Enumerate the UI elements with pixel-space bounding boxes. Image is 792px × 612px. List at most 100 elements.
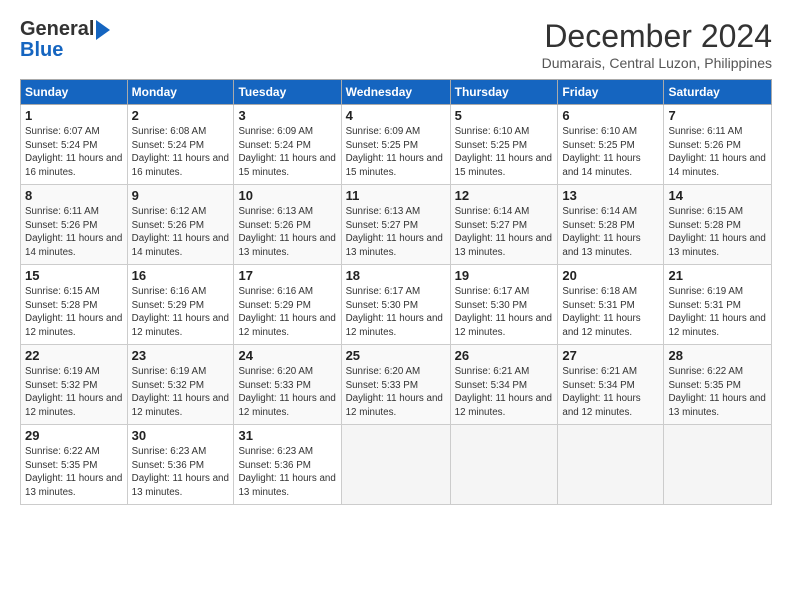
day-info: Sunrise: 6:19 AMSunset: 5:32 PMDaylight:… xyxy=(25,365,123,420)
title-block: December 2024 Dumarais, Central Luzon, P… xyxy=(542,18,772,71)
calendar-day-cell: 5Sunrise: 6:10 AMSunset: 5:25 PMDaylight… xyxy=(450,105,558,185)
day-of-week-header: Sunday xyxy=(21,80,128,105)
day-number: 21 xyxy=(668,268,767,283)
day-number: 22 xyxy=(25,348,123,363)
day-of-week-header: Monday xyxy=(127,80,234,105)
calendar-day-cell: 27 Sunrise: 6:21 AMSunset: 5:34 PMDayligh… xyxy=(558,345,664,425)
day-number: 20 xyxy=(562,268,659,283)
calendar-day-cell xyxy=(664,425,772,505)
day-info: Sunrise: 6:23 AMSunset: 5:36 PMDaylight:… xyxy=(238,445,336,500)
day-number: 2 xyxy=(132,108,230,123)
calendar-table: SundayMondayTuesdayWednesdayThursdayFrid… xyxy=(20,79,772,505)
day-info: Sunrise: 6:17 AMSunset: 5:30 PMDaylight:… xyxy=(346,285,446,340)
day-number: 24 xyxy=(238,348,336,363)
calendar-day-cell: 31 Sunrise: 6:23 AMSunset: 5:36 PMDayligh… xyxy=(234,425,341,505)
calendar-day-cell: 7Sunrise: 6:11 AMSunset: 5:26 PMDaylight… xyxy=(664,105,772,185)
logo-blue: Blue xyxy=(20,39,63,62)
month-title: December 2024 xyxy=(542,18,772,55)
logo-general: General xyxy=(20,18,94,41)
day-number: 25 xyxy=(346,348,446,363)
day-info: Sunrise: 6:14 AMSunset: 5:27 PMDaylight:… xyxy=(455,205,554,260)
calendar-day-cell: 23 Sunrise: 6:19 AMSunset: 5:32 PMDayligh… xyxy=(127,345,234,425)
day-of-week-header: Thursday xyxy=(450,80,558,105)
day-info: Sunrise: 6:20 AMSunset: 5:33 PMDaylight:… xyxy=(346,365,446,420)
day-info: Sunrise: 6:13 AMSunset: 5:26 PMDaylight:… xyxy=(238,205,336,260)
day-of-week-header: Friday xyxy=(558,80,664,105)
calendar-day-cell xyxy=(558,425,664,505)
day-number: 10 xyxy=(238,188,336,203)
day-number: 14 xyxy=(668,188,767,203)
day-number: 8 xyxy=(25,188,123,203)
day-info: Sunrise: 6:22 AMSunset: 5:35 PMDaylight:… xyxy=(25,445,123,500)
day-of-week-header: Saturday xyxy=(664,80,772,105)
day-info: Sunrise: 6:18 AMSunset: 5:31 PMDaylight:… xyxy=(562,285,659,340)
day-number: 15 xyxy=(25,268,123,283)
day-number: 1 xyxy=(25,108,123,123)
calendar-day-cell: 14Sunrise: 6:15 AMSunset: 5:28 PMDayligh… xyxy=(664,185,772,265)
day-info: Sunrise: 6:08 AMSunset: 5:24 PMDaylight:… xyxy=(132,125,230,180)
calendar-week-row: 15 Sunrise: 6:15 AMSunset: 5:28 PMDayligh… xyxy=(21,265,772,345)
day-number: 26 xyxy=(455,348,554,363)
day-info: Sunrise: 6:17 AMSunset: 5:30 PMDaylight:… xyxy=(455,285,554,340)
calendar-day-cell: 29Sunrise: 6:22 AMSunset: 5:35 PMDayligh… xyxy=(21,425,128,505)
calendar-day-cell: 15 Sunrise: 6:15 AMSunset: 5:28 PMDayligh… xyxy=(21,265,128,345)
day-info: Sunrise: 6:20 AMSunset: 5:33 PMDaylight:… xyxy=(238,365,336,420)
calendar-day-cell: 19 Sunrise: 6:17 AMSunset: 5:30 PMDayligh… xyxy=(450,265,558,345)
day-number: 27 xyxy=(562,348,659,363)
day-info: Sunrise: 6:21 AMSunset: 5:34 PMDaylight:… xyxy=(562,365,659,420)
day-number: 9 xyxy=(132,188,230,203)
calendar-day-cell: 11Sunrise: 6:13 AMSunset: 5:27 PMDayligh… xyxy=(341,185,450,265)
day-number: 19 xyxy=(455,268,554,283)
calendar-day-cell: 13 Sunrise: 6:14 AMSunset: 5:28 PMDayligh… xyxy=(558,185,664,265)
day-number: 6 xyxy=(562,108,659,123)
calendar-day-cell: 28Sunrise: 6:22 AMSunset: 5:35 PMDayligh… xyxy=(664,345,772,425)
day-info: Sunrise: 6:16 AMSunset: 5:29 PMDaylight:… xyxy=(238,285,336,340)
day-info: Sunrise: 6:19 AMSunset: 5:32 PMDaylight:… xyxy=(132,365,230,420)
location-subtitle: Dumarais, Central Luzon, Philippines xyxy=(542,55,772,71)
day-info: Sunrise: 6:10 AMSunset: 5:25 PMDaylight:… xyxy=(455,125,554,180)
day-of-week-header: Tuesday xyxy=(234,80,341,105)
calendar-day-cell: 24 Sunrise: 6:20 AMSunset: 5:33 PMDayligh… xyxy=(234,345,341,425)
day-of-week-header: Wednesday xyxy=(341,80,450,105)
calendar-day-cell: 9 Sunrise: 6:12 AMSunset: 5:26 PMDaylight… xyxy=(127,185,234,265)
calendar-day-cell: 18 Sunrise: 6:17 AMSunset: 5:30 PMDayligh… xyxy=(341,265,450,345)
calendar-day-cell: 12 Sunrise: 6:14 AMSunset: 5:27 PMDayligh… xyxy=(450,185,558,265)
calendar-week-row: 22 Sunrise: 6:19 AMSunset: 5:32 PMDayligh… xyxy=(21,345,772,425)
day-number: 11 xyxy=(346,188,446,203)
day-info: Sunrise: 6:23 AMSunset: 5:36 PMDaylight:… xyxy=(132,445,230,500)
calendar-day-cell: 4Sunrise: 6:09 AMSunset: 5:25 PMDaylight… xyxy=(341,105,450,185)
calendar-day-cell: 21Sunrise: 6:19 AMSunset: 5:31 PMDayligh… xyxy=(664,265,772,345)
day-number: 16 xyxy=(132,268,230,283)
calendar-day-cell: 20 Sunrise: 6:18 AMSunset: 5:31 PMDayligh… xyxy=(558,265,664,345)
day-number: 23 xyxy=(132,348,230,363)
day-number: 31 xyxy=(238,428,336,443)
calendar-week-row: 1Sunrise: 6:07 AMSunset: 5:24 PMDaylight… xyxy=(21,105,772,185)
calendar-day-cell: 26Sunrise: 6:21 AMSunset: 5:34 PMDayligh… xyxy=(450,345,558,425)
calendar-week-row: 29Sunrise: 6:22 AMSunset: 5:35 PMDayligh… xyxy=(21,425,772,505)
day-info: Sunrise: 6:11 AMSunset: 5:26 PMDaylight:… xyxy=(668,125,767,180)
calendar-day-cell: 25 Sunrise: 6:20 AMSunset: 5:33 PMDayligh… xyxy=(341,345,450,425)
calendar-day-cell: 3Sunrise: 6:09 AMSunset: 5:24 PMDaylight… xyxy=(234,105,341,185)
logo-arrow-icon xyxy=(96,20,110,40)
day-number: 30 xyxy=(132,428,230,443)
day-number: 13 xyxy=(562,188,659,203)
calendar-header-row: SundayMondayTuesdayWednesdayThursdayFrid… xyxy=(21,80,772,105)
day-info: Sunrise: 6:14 AMSunset: 5:28 PMDaylight:… xyxy=(562,205,659,260)
day-info: Sunrise: 6:12 AMSunset: 5:26 PMDaylight:… xyxy=(132,205,230,260)
header: General Blue December 2024 Dumarais, Cen… xyxy=(20,18,772,71)
calendar-day-cell: 1Sunrise: 6:07 AMSunset: 5:24 PMDaylight… xyxy=(21,105,128,185)
day-info: Sunrise: 6:16 AMSunset: 5:29 PMDaylight:… xyxy=(132,285,230,340)
day-number: 18 xyxy=(346,268,446,283)
day-number: 4 xyxy=(346,108,446,123)
day-number: 17 xyxy=(238,268,336,283)
page: General Blue December 2024 Dumarais, Cen… xyxy=(0,0,792,515)
calendar-day-cell: 8Sunrise: 6:11 AMSunset: 5:26 PMDaylight… xyxy=(21,185,128,265)
calendar-day-cell: 6Sunrise: 6:10 AMSunset: 5:25 PMDaylight… xyxy=(558,105,664,185)
calendar-day-cell: 17 Sunrise: 6:16 AMSunset: 5:29 PMDayligh… xyxy=(234,265,341,345)
day-number: 12 xyxy=(455,188,554,203)
calendar-day-cell: 30 Sunrise: 6:23 AMSunset: 5:36 PMDayligh… xyxy=(127,425,234,505)
day-number: 3 xyxy=(238,108,336,123)
calendar-day-cell: 10 Sunrise: 6:13 AMSunset: 5:26 PMDayligh… xyxy=(234,185,341,265)
calendar-week-row: 8Sunrise: 6:11 AMSunset: 5:26 PMDaylight… xyxy=(21,185,772,265)
day-info: Sunrise: 6:15 AMSunset: 5:28 PMDaylight:… xyxy=(25,285,123,340)
